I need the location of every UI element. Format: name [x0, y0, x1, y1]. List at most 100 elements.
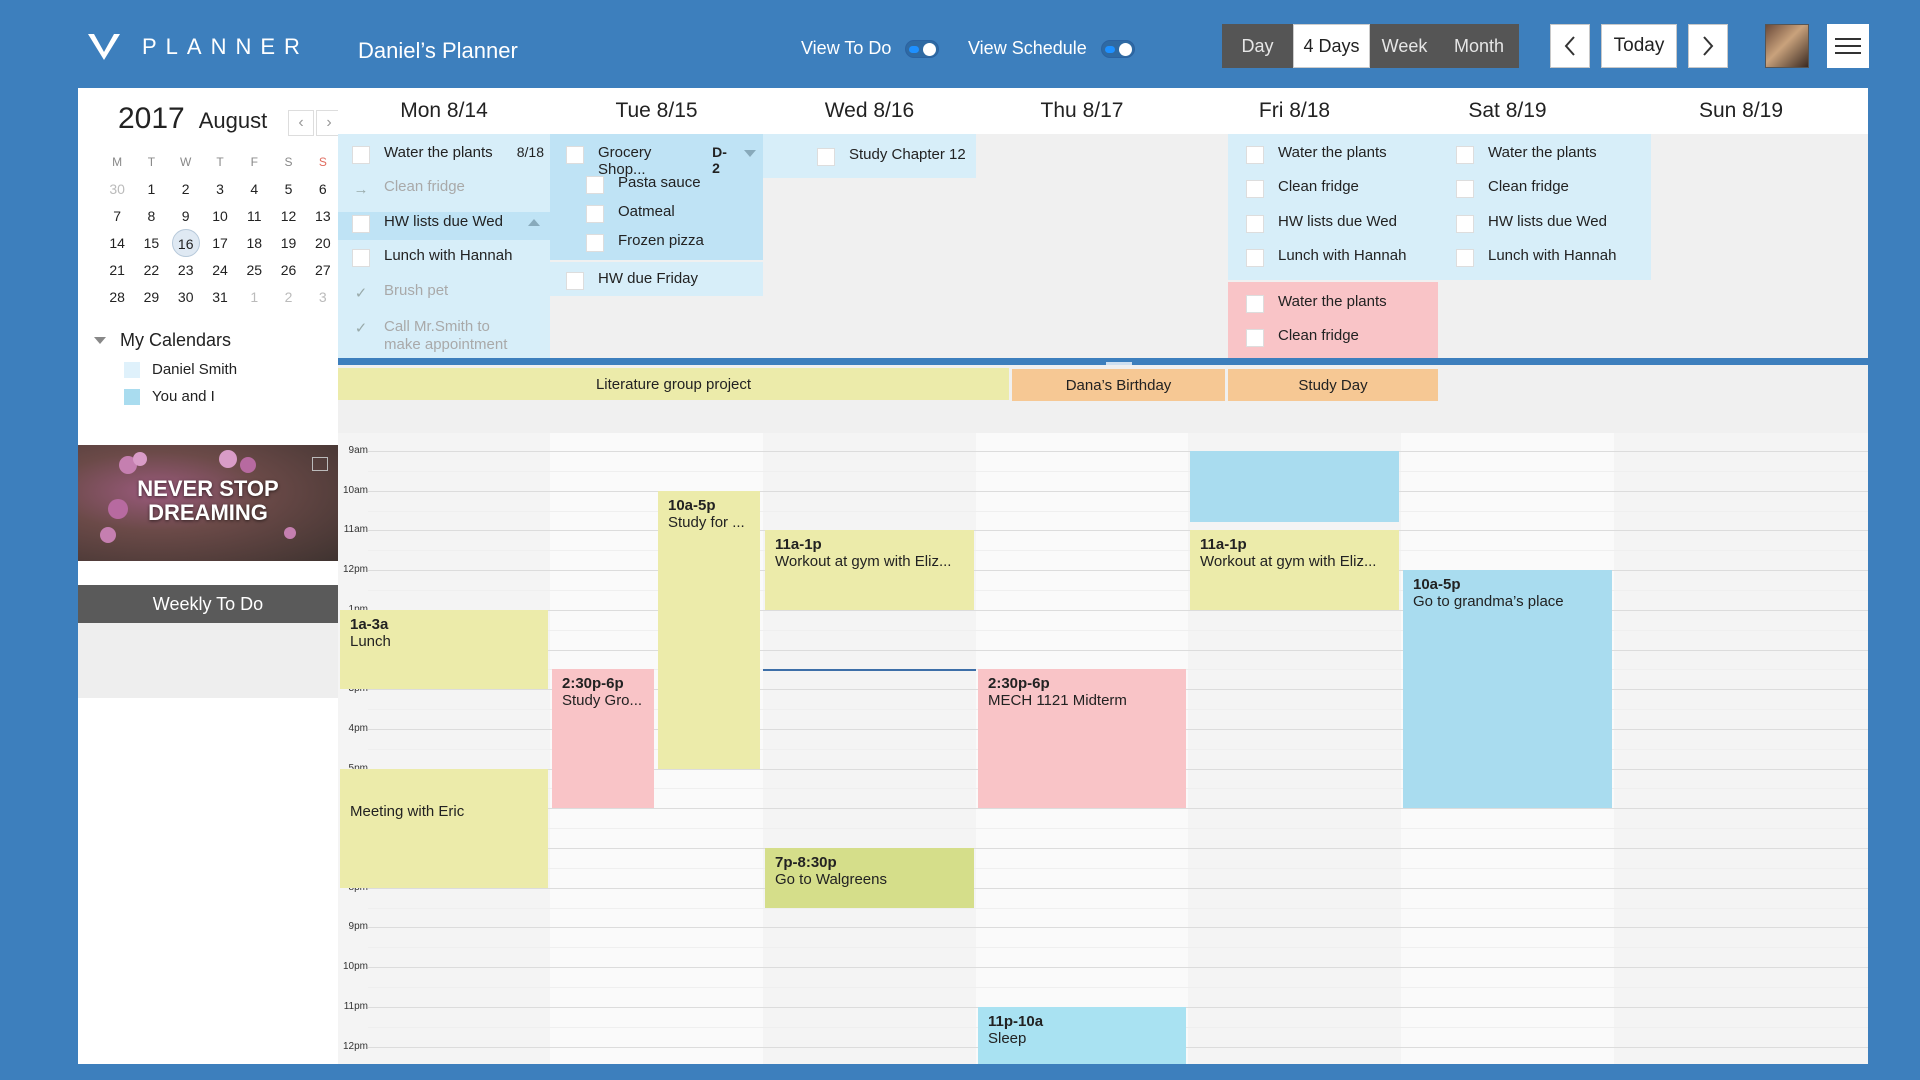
allday-event-literature[interactable]: Literature group project [338, 368, 1009, 400]
checkbox[interactable] [1456, 249, 1474, 267]
todo-item[interactable]: Clean fridge [1246, 178, 1359, 198]
checkbox[interactable] [352, 215, 370, 233]
calendar-event[interactable]: 11a-1p Workout at gym with Eliz... [765, 530, 974, 610]
mini-calendar-day[interactable]: 12 [271, 208, 305, 224]
mini-calendar-day[interactable]: 24 [203, 262, 237, 278]
mini-calendar-day[interactable]: 29 [134, 289, 168, 305]
todo-item[interactable]: Lunch with Hannah [1246, 247, 1406, 267]
mini-calendar-day[interactable]: 10 [203, 208, 237, 224]
app-logo[interactable]: PLANNER [86, 32, 309, 62]
todo-item[interactable]: ✓ Brush pet [352, 282, 544, 302]
calendar-event[interactable]: 10a-5p Study for ... [658, 490, 760, 769]
checkbox[interactable] [1246, 146, 1264, 164]
todo-item[interactable]: Water the plants [1246, 144, 1387, 164]
weekly-todo-area[interactable] [78, 623, 338, 698]
mini-calendar-day[interactable]: 26 [271, 262, 305, 278]
calendar-event[interactable]: 7p-8:30p Go to Walgreens [765, 848, 974, 908]
view-month-button[interactable]: Month [1439, 24, 1519, 68]
edit-image-icon[interactable] [312, 457, 328, 471]
mini-calendar-day[interactable]: 19 [271, 235, 305, 251]
todo-item[interactable]: Study Chapter 12 [817, 146, 966, 166]
mini-calendar-day[interactable]: 22 [134, 262, 168, 278]
subtodo-item[interactable]: Pasta sauce [586, 174, 701, 194]
checkbox[interactable] [1246, 249, 1264, 267]
mini-prev-month-icon[interactable]: ‹ [288, 110, 314, 136]
mini-calendar-day[interactable]: 7 [100, 208, 134, 224]
calendar-event[interactable]: 10a-5p Go to grandma’s place [1403, 570, 1612, 809]
calendar-event[interactable]: Meeting with Eric [340, 768, 548, 888]
expand-caret-icon[interactable] [744, 150, 756, 157]
mini-calendar-day[interactable]: 1 [134, 181, 168, 197]
mini-calendar-day[interactable]: 1 [237, 289, 271, 305]
mini-calendar-day[interactable]: 20 [306, 235, 340, 251]
mini-calendar-day[interactable]: 3 [306, 289, 340, 305]
todo-item[interactable]: Water the plants [1246, 293, 1387, 313]
checkbox[interactable] [1246, 180, 1264, 198]
mini-calendar-day[interactable]: 23 [169, 262, 203, 278]
mini-calendar-day[interactable]: 18 [237, 235, 271, 251]
mini-calendar-day[interactable]: 28 [100, 289, 134, 305]
mini-calendar-day[interactable]: 31 [203, 289, 237, 305]
mini-calendar-day[interactable]: 16 [169, 228, 203, 257]
day-header-wed[interactable]: Wed 8/16 [763, 88, 976, 134]
mini-calendar-day[interactable]: 9 [169, 208, 203, 224]
subtodo-item[interactable]: Oatmeal [586, 203, 675, 223]
day-header-thu[interactable]: Thu 8/17 [976, 88, 1188, 134]
todo-item[interactable]: → Clean fridge [352, 178, 544, 198]
mini-calendar-day[interactable]: 21 [100, 262, 134, 278]
mini-calendar-day[interactable]: 2 [271, 289, 305, 305]
todo-item[interactable]: Lunch with Hannah [352, 247, 544, 267]
calendar-event[interactable]: 11p-10a Sleep [978, 1006, 1186, 1064]
checkbox[interactable] [586, 205, 604, 223]
checkbox[interactable] [1246, 215, 1264, 233]
view-todo-toggle[interactable] [905, 39, 940, 58]
checkbox[interactable] [1456, 180, 1474, 198]
checkbox[interactable] [566, 146, 584, 164]
next-button[interactable] [1688, 24, 1728, 68]
day-header-tue[interactable]: Tue 8/15 [550, 88, 763, 134]
checkbox[interactable] [817, 148, 835, 166]
view-4days-button[interactable]: 4 Days [1293, 24, 1370, 68]
todo-item[interactable]: ✓ Call Mr.Smith to make appointment [352, 318, 522, 354]
view-todo-toggle-group[interactable]: View To Do [801, 38, 940, 59]
subtodo-item[interactable]: Frozen pizza [586, 232, 704, 252]
calendar-item-daniel[interactable]: Daniel Smith [124, 361, 237, 378]
mini-calendar-day[interactable]: 3 [203, 181, 237, 197]
mini-calendar-day[interactable]: 13 [306, 208, 340, 224]
day-header-fri[interactable]: Fri 8/18 [1188, 88, 1401, 134]
calendar-item-you-and-i[interactable]: You and I [124, 388, 237, 405]
calendar-event[interactable]: 11a-1p Workout at gym with Eliz... [1190, 530, 1399, 610]
collapse-caret-icon[interactable] [528, 219, 540, 226]
checkbox[interactable] [1246, 329, 1264, 347]
todo-item[interactable]: Clean fridge [1456, 178, 1569, 198]
checkbox[interactable] [1246, 295, 1264, 313]
todo-item[interactable]: Grocery Shop... D-2 [566, 144, 756, 178]
checkmark-icon[interactable]: ✓ [352, 320, 370, 338]
todo-item[interactable]: Clean fridge [1246, 327, 1359, 347]
prev-button[interactable] [1550, 24, 1590, 68]
day-header-sun[interactable]: Sun 8/19 [1614, 88, 1868, 134]
my-calendars-toggle[interactable]: My Calendars [94, 330, 237, 351]
checkbox[interactable] [352, 146, 370, 164]
moved-arrow-icon[interactable]: → [352, 180, 370, 198]
todo-item[interactable]: HW lists due Wed [352, 213, 544, 233]
mini-calendar-day[interactable]: 17 [203, 235, 237, 251]
view-schedule-toggle[interactable] [1100, 39, 1135, 58]
hamburger-icon[interactable] [1827, 24, 1869, 68]
mini-calendar-day[interactable]: 25 [237, 262, 271, 278]
allday-event-study-day[interactable]: Study Day [1228, 369, 1438, 401]
checkbox[interactable] [1456, 146, 1474, 164]
mini-calendar-day[interactable]: 27 [306, 262, 340, 278]
split-divider[interactable] [338, 358, 1868, 365]
calendar-event[interactable] [1190, 451, 1399, 523]
calendar-event[interactable]: 2:30p-6p MECH 1121 Midterm [978, 669, 1186, 809]
todo-item[interactable]: HW lists due Wed [1456, 213, 1607, 233]
checkbox[interactable] [1456, 215, 1474, 233]
today-button[interactable]: Today [1601, 24, 1677, 68]
user-avatar[interactable] [1765, 24, 1809, 68]
checkbox[interactable] [586, 234, 604, 252]
time-grid[interactable]: 9am10am11am12pm1pm2pm3pm4pm5pm6pm7pm8pm9… [338, 433, 1868, 1064]
todo-item[interactable]: HW lists due Wed [1246, 213, 1397, 233]
day-header-mon[interactable]: Mon 8/14 [338, 88, 550, 134]
todo-item[interactable]: Water the plants [1456, 144, 1597, 164]
